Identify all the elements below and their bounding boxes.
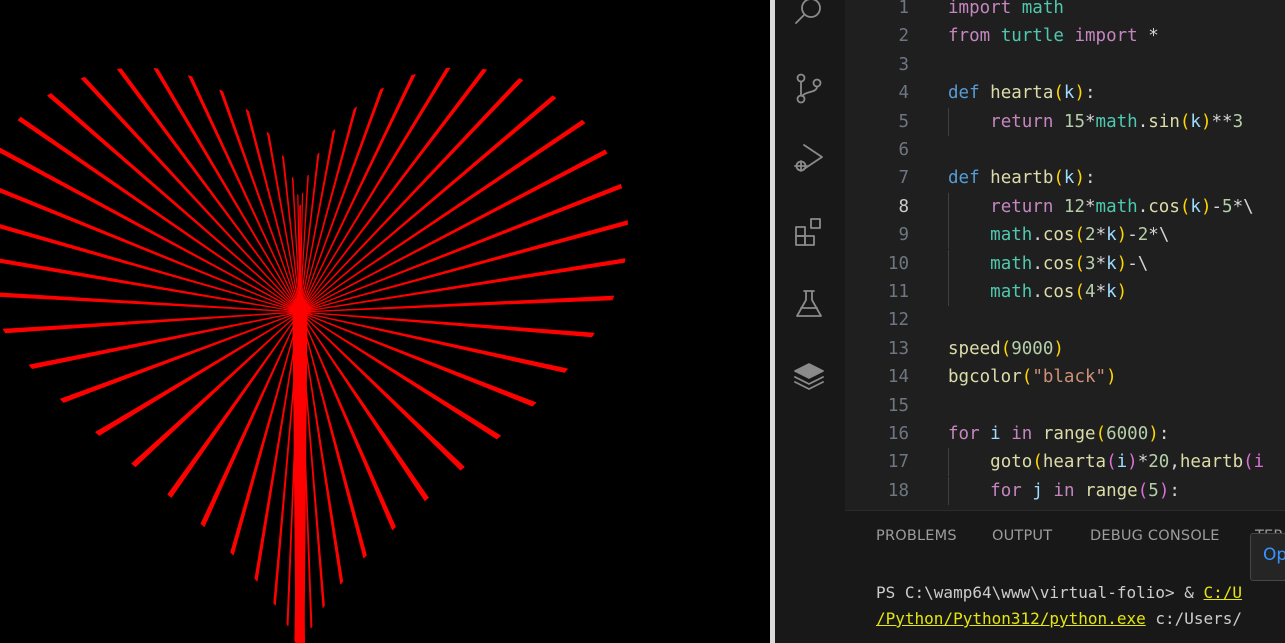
code-text: for j in range(5):	[990, 480, 1180, 501]
code-line[interactable]: 3	[845, 51, 1285, 79]
line-number: 10	[887, 253, 909, 274]
code-text: return 12*math.cos(k)-5*\	[990, 196, 1254, 217]
python-exe-link[interactable]: /Python/Python312/python.exe	[876, 609, 1146, 628]
code-line[interactable]: 18 for j in range(5):	[845, 476, 1285, 505]
line-number: 14	[887, 367, 909, 388]
activity-bar	[775, 0, 845, 643]
code-line[interactable]: 4 def hearta(k):	[845, 79, 1285, 107]
code-line[interactable]: 6	[845, 136, 1285, 164]
line-number: 2	[898, 26, 909, 47]
code-line[interactable]: 13 speed(9000)	[845, 335, 1285, 363]
heart-stem-lines	[292, 311, 308, 643]
line-number: 5	[898, 111, 909, 132]
code-text: math.cos(4*k)	[990, 282, 1128, 302]
line-number: 15	[887, 395, 909, 416]
source-control-icon[interactable]	[791, 70, 827, 106]
search-icon[interactable]	[791, 0, 827, 30]
code-line[interactable]: 10 math.cos(3*k)-\	[845, 249, 1285, 278]
code-text: import math	[948, 0, 1064, 18]
bottom-panel: PROBLEMS OUTPUT DEBUG CONSOLE TERMI Op P…	[845, 510, 1285, 643]
heart-drawing	[0, 67, 629, 643]
code-text: def hearta(k):	[948, 83, 1096, 104]
terminal-prompt: PS C:\wamp64\www\virtual-folio> &	[876, 583, 1204, 602]
code-line[interactable]: 17 goto(hearta(i)*20,heartb(i	[845, 448, 1285, 477]
line-number: 7	[898, 168, 909, 189]
code-editor[interactable]: 1 import math 2 from turtle import * 3 4 def h…	[845, 0, 1285, 510]
code-line[interactable]: 14 bgcolor("black")	[845, 363, 1285, 391]
code-text: from turtle import *	[948, 26, 1159, 47]
terminal-line-1[interactable]: PS C:\wamp64\www\virtual-folio> & C:/U	[876, 583, 1242, 602]
line-number: 13	[887, 338, 909, 359]
code-line[interactable]: 2 from turtle import *	[845, 22, 1285, 50]
code-text: speed(9000)	[948, 338, 1064, 359]
code-line[interactable]: 11 math.cos(4*k)	[845, 278, 1285, 306]
code-text: def heartb(k):	[948, 168, 1096, 189]
extensions-icon[interactable]	[791, 214, 827, 250]
line-number: 6	[898, 140, 909, 160]
layers-icon[interactable]	[791, 358, 827, 394]
line-number: 3	[898, 54, 909, 75]
code-text: math.cos(3*k)-\	[990, 253, 1149, 274]
tab-debug-console[interactable]: DEBUG CONSOLE	[1090, 528, 1220, 544]
code-line[interactable]: 16 for i in range(6000):	[845, 420, 1285, 448]
open-tooltip[interactable]: Op	[1250, 533, 1285, 581]
terminal-args: c:/Users/	[1145, 609, 1243, 628]
line-number: 4	[898, 83, 909, 104]
code-text: bgcolor("black")	[948, 367, 1117, 388]
line-number: 11	[887, 282, 909, 302]
line-number: 8	[898, 196, 909, 217]
python-path-link[interactable]: C:/U	[1204, 583, 1243, 602]
code-line[interactable]: 12	[845, 306, 1285, 334]
testing-icon[interactable]	[791, 286, 827, 322]
tab-problems[interactable]: PROBLEMS	[876, 528, 957, 544]
tooltip-text: Op	[1263, 545, 1285, 565]
code-line[interactable]: 5 return 15*math.sin(k)**3	[845, 107, 1285, 136]
code-line[interactable]: 7 def heartb(k):	[845, 164, 1285, 192]
line-number: 17	[887, 452, 909, 473]
line-number: 16	[887, 424, 909, 444]
heart-ray-lines	[0, 67, 629, 643]
code-line[interactable]: 1 import math	[845, 0, 1285, 22]
code-line[interactable]: 9 math.cos(2*k)-2*\	[845, 221, 1285, 250]
line-number: 1	[898, 0, 909, 18]
code-line[interactable]: 8 return 12*math.cos(k)-5*\	[845, 192, 1285, 221]
code-text: goto(hearta(i)*20,heartb(i	[990, 452, 1265, 473]
line-number: 9	[898, 225, 909, 246]
code-text: math.cos(2*k)-2*\	[990, 225, 1170, 246]
terminal-line-2[interactable]: /Python/Python312/python.exe c:/Users/	[876, 609, 1242, 628]
line-number: 18	[887, 480, 909, 501]
tab-output[interactable]: OUTPUT	[992, 528, 1052, 544]
turtle-graphics-canvas	[0, 0, 770, 643]
run-debug-icon[interactable]	[791, 140, 827, 176]
code-text: return 15*math.sin(k)**3	[990, 111, 1244, 132]
code-text: for i in range(6000):	[948, 424, 1170, 444]
heart-rays	[0, 67, 629, 643]
line-number: 12	[887, 310, 909, 331]
code-line[interactable]: 15	[845, 392, 1285, 420]
vscode-window: 1 import math 2 from turtle import * 3 4 def h…	[775, 0, 1285, 643]
